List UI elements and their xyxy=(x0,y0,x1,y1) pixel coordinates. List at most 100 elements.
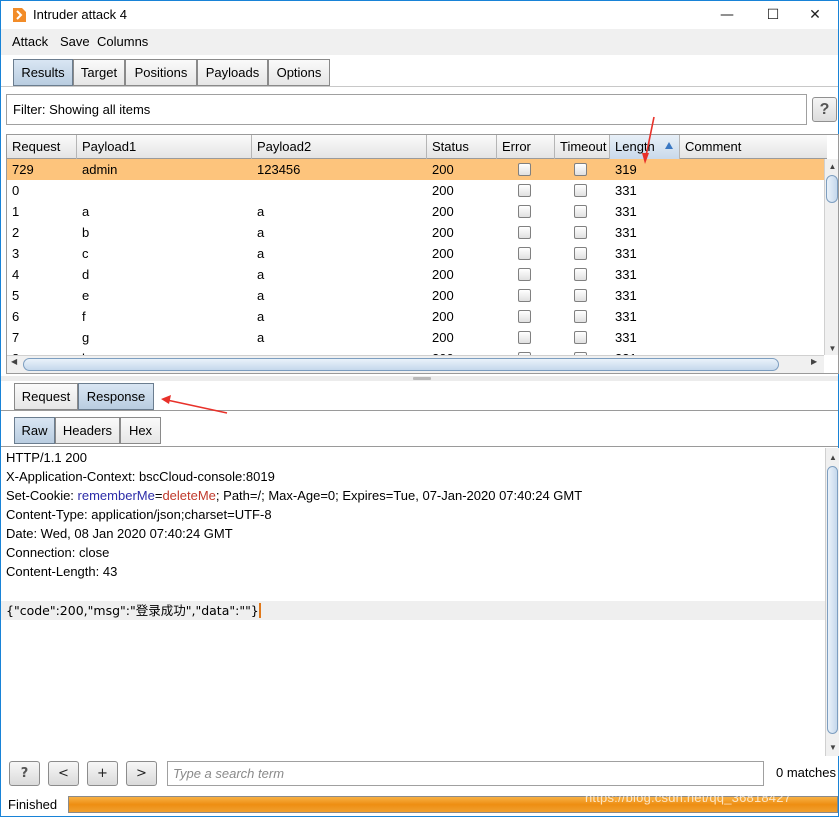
column-payload2[interactable]: Payload2 xyxy=(252,135,427,159)
table-row[interactable]: 7 g a 200 331 xyxy=(7,327,827,348)
horizontal-scroll-thumb[interactable] xyxy=(23,358,779,371)
timeout-checkbox xyxy=(574,163,587,176)
tab-hex[interactable]: Hex xyxy=(120,417,161,444)
scroll-right-icon[interactable]: ▶ xyxy=(811,357,817,366)
cell-length: 331 xyxy=(610,348,637,355)
cookie-value: deleteMe xyxy=(162,488,216,503)
set-cookie-prefix: Set-Cookie: xyxy=(6,488,78,503)
column-timeout[interactable]: Timeout xyxy=(555,135,610,159)
cell-request: 729 xyxy=(12,162,34,177)
menu-save[interactable]: Save xyxy=(60,34,90,49)
error-checkbox xyxy=(518,163,531,176)
response-vertical-scrollbar[interactable]: ▲ ▼ xyxy=(825,448,839,756)
tab-positions[interactable]: Positions xyxy=(125,59,197,86)
match-count: 0 matches xyxy=(776,765,836,780)
cell-comment xyxy=(680,306,685,327)
previous-match-button[interactable]: < xyxy=(48,761,79,786)
menu-bar: Attack Save Columns xyxy=(1,29,838,55)
table-row[interactable]: 729 admin 123456 200 319 xyxy=(7,159,827,180)
scroll-down-icon[interactable]: ▼ xyxy=(826,740,839,754)
cell-payload2: a xyxy=(257,309,265,324)
cell-payload1: f xyxy=(82,309,86,324)
cell-status: 200 xyxy=(432,204,454,219)
error-checkbox xyxy=(518,184,531,197)
search-help-icon[interactable]: ? xyxy=(9,761,40,786)
table-horizontal-scrollbar[interactable]: ◀ ▶ xyxy=(7,355,824,373)
cell-request: 1 xyxy=(12,204,20,219)
burp-app-icon xyxy=(13,8,26,22)
table-row[interactable]: 0 200 331 xyxy=(7,180,827,201)
sort-ascending-icon xyxy=(665,142,673,149)
cell-payload2: a xyxy=(257,225,265,240)
tab-response[interactable]: Response xyxy=(78,383,154,410)
add-search-button[interactable]: + xyxy=(87,761,118,786)
close-icon[interactable]: ✕ xyxy=(792,1,838,29)
cell-length: 331 xyxy=(615,183,637,198)
search-input[interactable]: Type a search term xyxy=(167,761,764,786)
view-tab-bar: Raw Headers Hex xyxy=(1,413,838,447)
tab-results[interactable]: Results xyxy=(13,59,73,86)
tab-payloads[interactable]: Payloads xyxy=(197,59,268,86)
tab-request[interactable]: Request xyxy=(14,383,78,410)
menu-attack[interactable]: Attack xyxy=(12,34,48,49)
results-table: Request Payload1 Payload2 Status Error T… xyxy=(6,134,839,374)
tab-headers[interactable]: Headers xyxy=(55,417,120,444)
cell-comment xyxy=(680,201,685,222)
cell-status: 200 xyxy=(432,309,454,324)
tab-options[interactable]: Options xyxy=(268,59,330,86)
table-row[interactable]: 5 e a 200 331 xyxy=(7,285,827,306)
column-comment[interactable]: Comment xyxy=(680,135,827,159)
timeout-checkbox xyxy=(574,226,587,239)
column-error[interactable]: Error xyxy=(497,135,555,159)
splitter-grip-icon[interactable] xyxy=(413,377,431,380)
cookie-name: rememberMe xyxy=(77,488,155,503)
response-body: {"code":200,"msg":"登录成功","data":""} xyxy=(6,603,259,618)
table-row[interactable]: 8 h a 200 331 xyxy=(7,348,827,355)
tab-target[interactable]: Target xyxy=(73,59,125,86)
cell-payload1: b xyxy=(82,225,90,240)
cell-length: 331 xyxy=(615,267,637,282)
table-row[interactable]: 1 a a 200 331 xyxy=(7,201,827,222)
cell-status: 200 xyxy=(432,246,454,261)
scroll-up-icon[interactable]: ▲ xyxy=(826,450,839,464)
help-icon[interactable]: ? xyxy=(812,97,837,122)
response-scroll-thumb[interactable] xyxy=(827,466,838,734)
table-row[interactable]: 3 c a 200 331 xyxy=(7,243,827,264)
minimize-icon[interactable]: — xyxy=(704,1,750,29)
response-header-date: Date: Wed, 08 Jan 2020 07:40:24 GMT xyxy=(6,526,233,541)
cell-comment xyxy=(680,180,685,201)
scroll-left-icon[interactable]: ◀ xyxy=(11,357,17,366)
table-vertical-scrollbar[interactable]: ▲ ▼ xyxy=(824,159,838,355)
menu-columns[interactable]: Columns xyxy=(97,34,148,49)
column-payload1[interactable]: Payload1 xyxy=(77,135,252,159)
table-row[interactable]: 6 f a 200 331 xyxy=(7,306,827,327)
error-checkbox xyxy=(518,226,531,239)
cell-comment xyxy=(680,222,685,243)
column-length[interactable]: Length xyxy=(610,135,680,159)
scroll-thumb[interactable] xyxy=(826,175,838,203)
column-status[interactable]: Status xyxy=(427,135,497,159)
cell-length: 319 xyxy=(615,162,637,177)
cell-comment xyxy=(680,327,685,348)
response-viewer[interactable]: HTTP/1.1 200 X-Application-Context: bscC… xyxy=(1,448,839,756)
tab-raw[interactable]: Raw xyxy=(14,417,55,444)
cell-payload1: h xyxy=(77,348,89,355)
error-checkbox xyxy=(518,310,531,323)
filter-bar[interactable]: Filter: Showing all items xyxy=(6,94,807,125)
attack-status: Finished xyxy=(8,797,58,812)
cell-payload1: a xyxy=(82,204,90,219)
main-tab-bar: Results Target Positions Payloads Option… xyxy=(1,55,838,87)
cell-length: 331 xyxy=(615,225,637,240)
scroll-up-icon[interactable]: ▲ xyxy=(825,159,838,173)
table-row[interactable]: 2 b a 200 331 xyxy=(7,222,827,243)
timeout-checkbox xyxy=(574,205,587,218)
cell-payload1 xyxy=(77,180,82,201)
column-request[interactable]: Request xyxy=(7,135,77,159)
watermark: https://blog.csdn.net/qq_36818427 xyxy=(585,790,792,805)
next-match-button[interactable]: > xyxy=(126,761,157,786)
table-row[interactable]: 4 d a 200 331 xyxy=(7,264,827,285)
scroll-down-icon[interactable]: ▼ xyxy=(825,341,838,355)
cell-payload2: a xyxy=(252,348,264,355)
cell-payload1: e xyxy=(82,288,90,303)
maximize-icon[interactable]: ☐ xyxy=(750,1,796,29)
